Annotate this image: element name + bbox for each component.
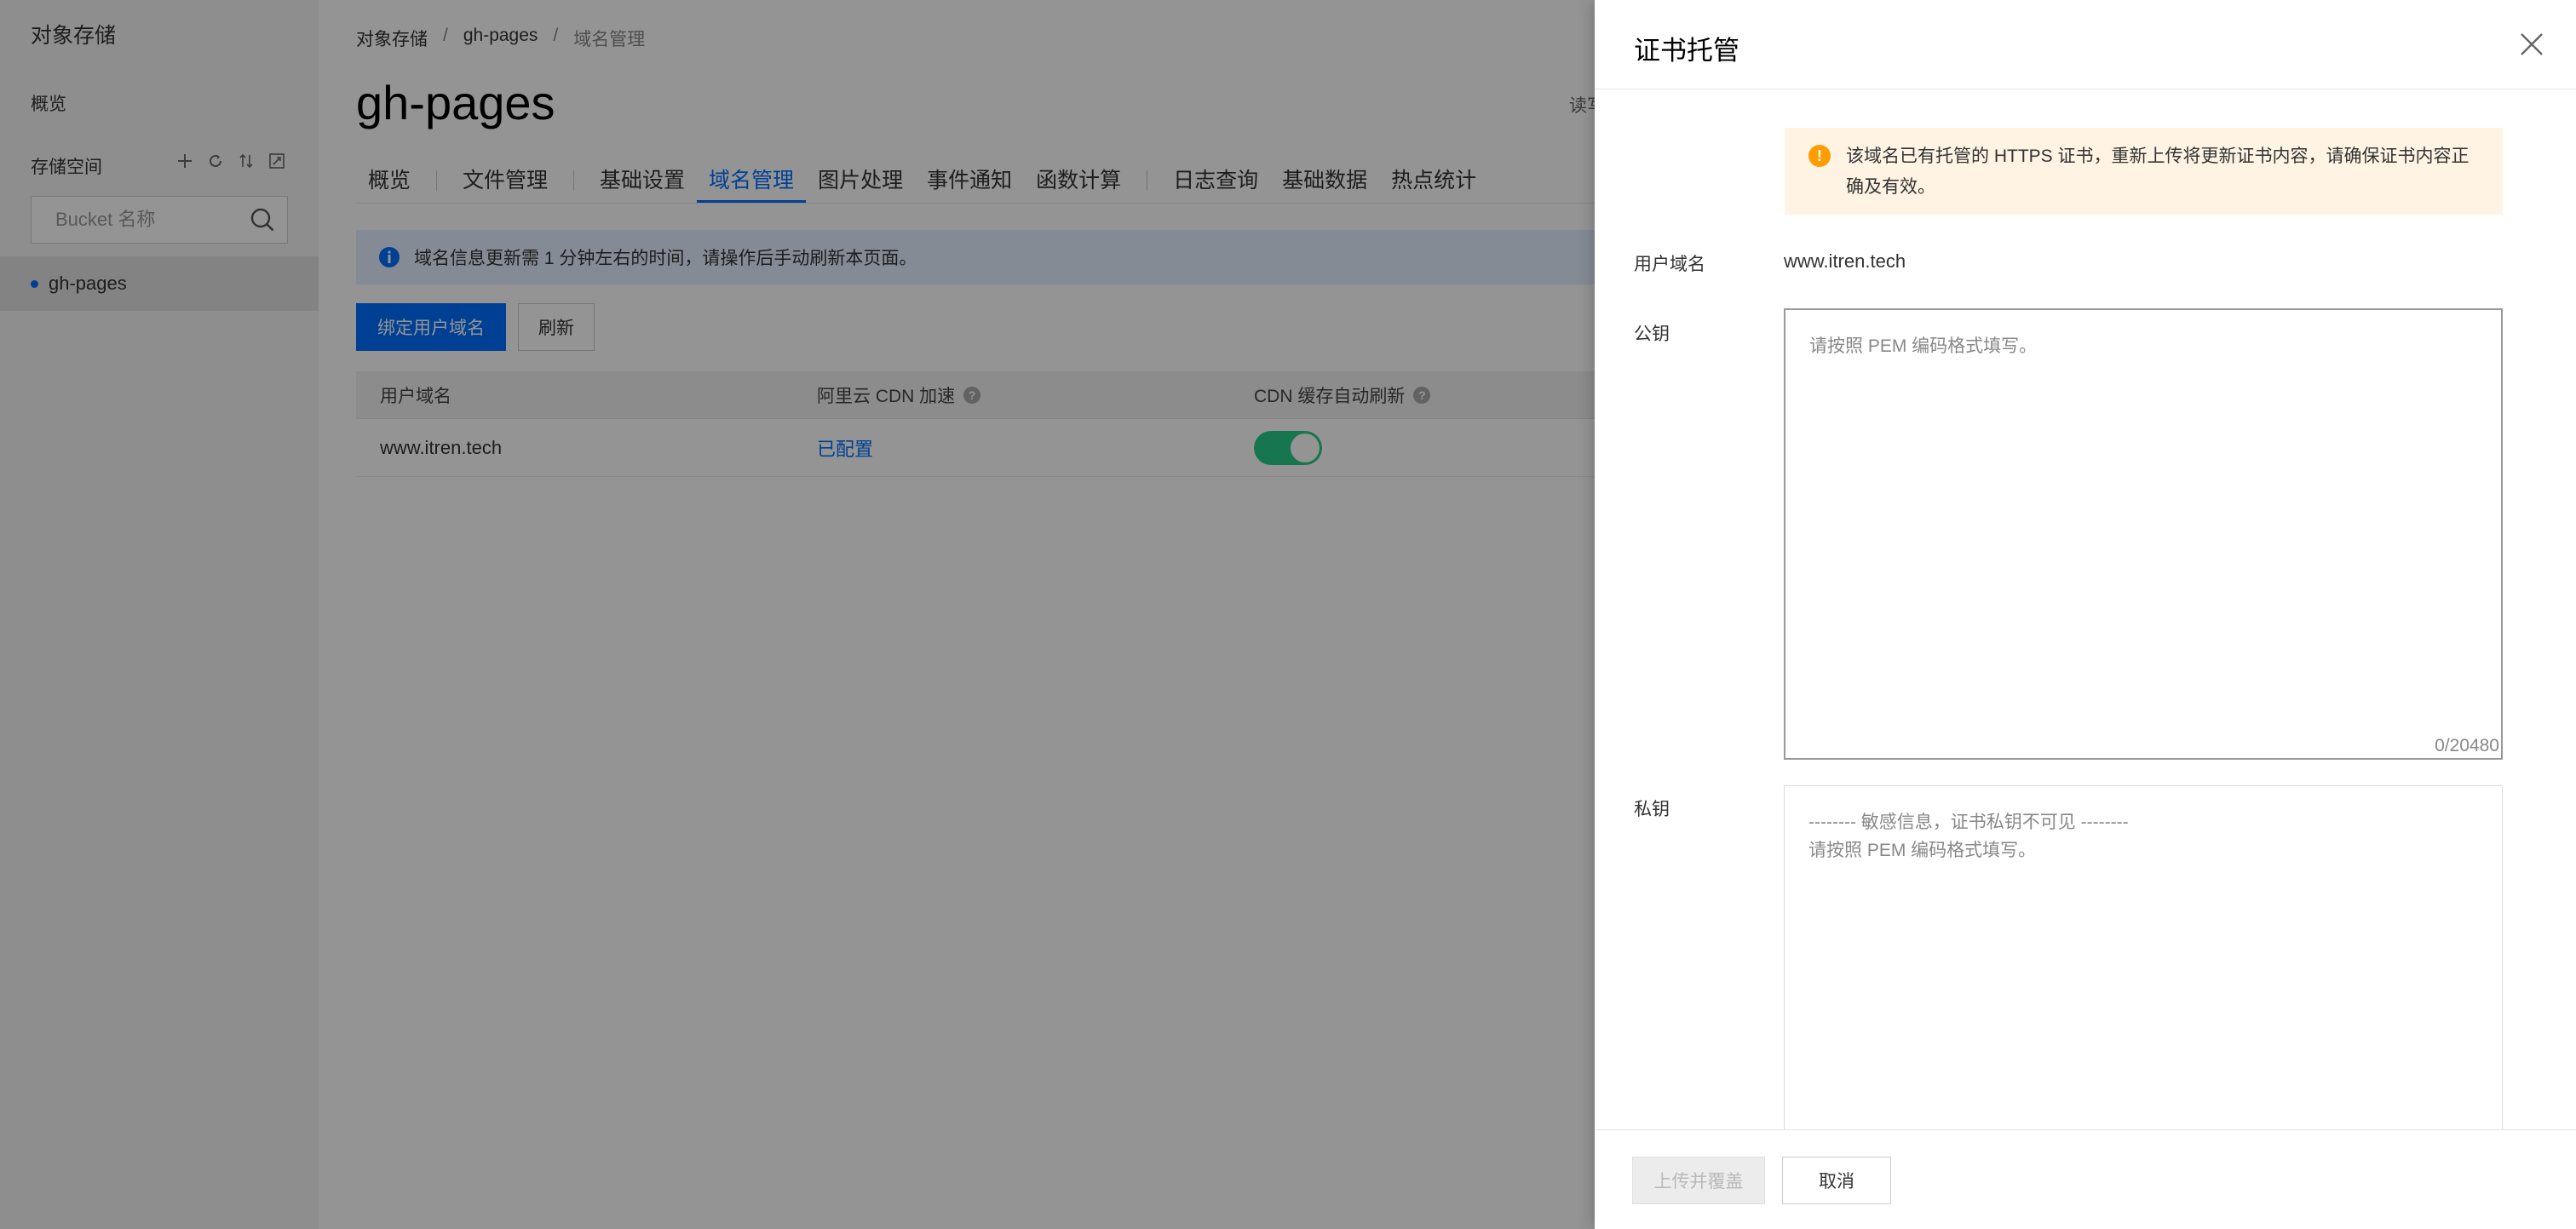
warning-banner: ! 该域名已有托管的 HTTPS 证书，重新上传将更新证书内容，请确保证书内容正… (1785, 128, 2503, 215)
domain-value: www.itren.tech (1784, 250, 1906, 272)
char-counter: 0/20480 (2435, 736, 2499, 755)
certificate-drawer: 证书托管 ! 该域名已有托管的 HTTPS 证书，重新上传将更新证书内容，请确保… (1595, 0, 2576, 1229)
drawer-footer: 上传并覆盖 取消 (1595, 1129, 2576, 1229)
private-key-label: 私钥 (1634, 800, 1670, 819)
warning-icon: ! (1808, 145, 1831, 167)
public-key-label: 公钥 (1634, 324, 1670, 344)
drawer-title: 证书托管 (1634, 36, 1739, 66)
warning-text: 该域名已有托管的 HTTPS 证书，重新上传将更新证书内容，请确保证书内容正确及… (1846, 146, 2470, 197)
private-key-field (1784, 785, 2503, 1134)
cancel-button[interactable]: 取消 (1782, 1157, 1891, 1204)
modal-overlay[interactable] (0, 0, 1595, 1229)
upload-overwrite-button[interactable]: 上传并覆盖 (1632, 1157, 1765, 1204)
close-icon[interactable] (2516, 29, 2547, 60)
public-key-field: 0/20480 (1784, 308, 2503, 760)
public-key-textarea[interactable] (1785, 310, 2501, 758)
domain-label: 用户域名 (1634, 255, 1705, 274)
private-key-textarea[interactable] (1785, 786, 2502, 1134)
